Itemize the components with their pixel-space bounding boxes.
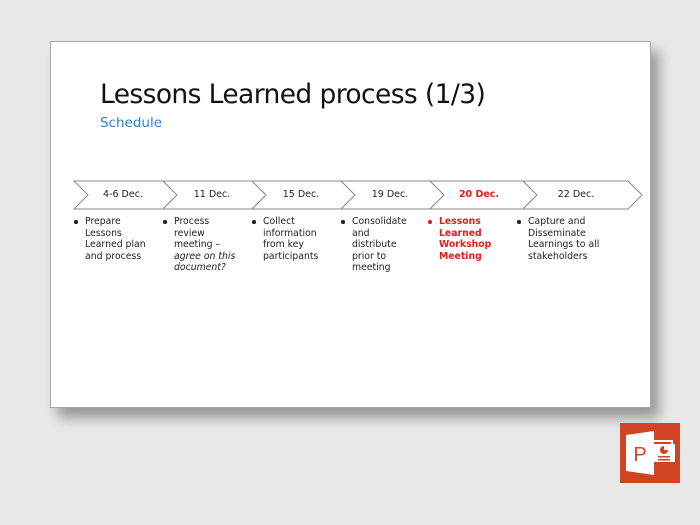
step-date: 11 Dec. (193, 189, 231, 200)
bullet-icon (517, 220, 521, 224)
step-bullets: Consolidate and distribute prior to meet… (340, 216, 407, 274)
bullet-item: Lessons Learned Workshop Meeting (427, 216, 491, 262)
step-date-highlighted: 20 Dec. (458, 189, 500, 200)
step-bullets: Collect information from key participant… (251, 216, 318, 262)
bullet-icon (74, 220, 78, 224)
step-date: 22 Dec. (557, 189, 595, 200)
powerpoint-icon: P (620, 423, 680, 483)
bullet-icon (163, 220, 167, 224)
bullet-item: Collect information from key participant… (251, 216, 318, 262)
bullet-item: Process review meeting – agree on this d… (162, 216, 235, 274)
step-date: 19 Dec. (371, 189, 409, 200)
slide: Lessons Learned process (1/3) Schedule 4… (50, 41, 651, 408)
bullet-item: Prepare Lessons Learned plan and process (73, 216, 146, 262)
step-bullets-highlighted: Lessons Learned Workshop Meeting (427, 216, 491, 262)
powerpoint-letter: P (633, 444, 646, 466)
bullet-icon (252, 220, 256, 224)
bullet-item: Consolidate and distribute prior to meet… (340, 216, 407, 274)
step-bullets: Capture and Disseminate Learnings to all… (516, 216, 599, 262)
bullet-item: Capture and Disseminate Learnings to all… (516, 216, 599, 262)
step-date: 4-6 Dec. (103, 189, 143, 200)
bullet-icon (428, 220, 432, 224)
step-bullets: Process review meeting – agree on this d… (162, 216, 235, 274)
step-bullets: Prepare Lessons Learned plan and process (73, 216, 146, 262)
bullet-icon (341, 220, 345, 224)
step-date: 15 Dec. (282, 189, 320, 200)
